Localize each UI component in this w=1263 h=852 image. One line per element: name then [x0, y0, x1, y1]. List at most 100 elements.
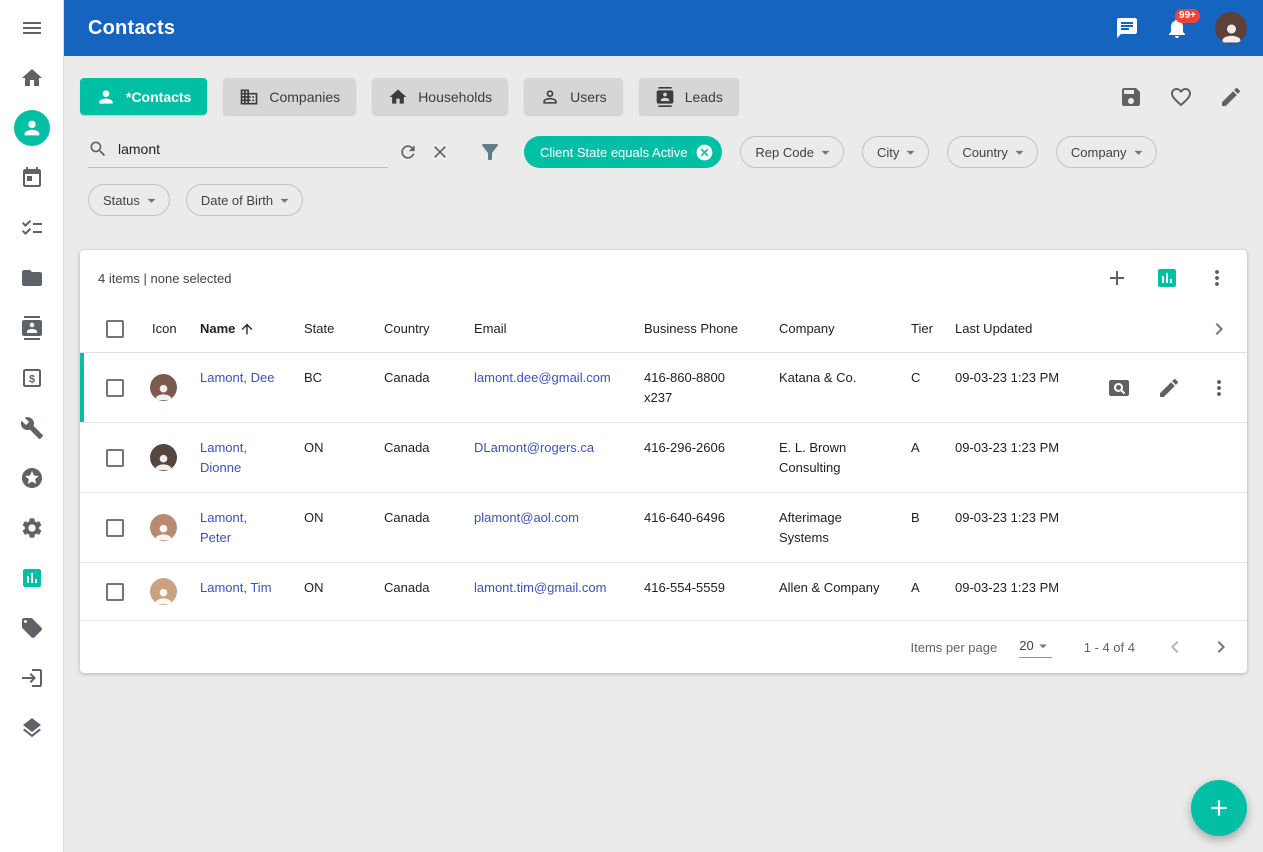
row-checkbox[interactable]: [106, 379, 124, 397]
sidebar-item-documents[interactable]: [14, 260, 50, 296]
column-header-name[interactable]: Name: [188, 319, 292, 339]
contact-name-link[interactable]: Lamont, Peter: [188, 508, 292, 547]
contact-state: ON: [292, 438, 372, 458]
tab-label: Leads: [685, 89, 723, 105]
contact-card-icon: [655, 87, 675, 107]
sidebar-item-tags[interactable]: [14, 610, 50, 646]
contact-name-link[interactable]: Lamont, Dionne: [188, 438, 292, 477]
add-contact-fab[interactable]: [1191, 780, 1247, 836]
filter-chip-status[interactable]: Status: [88, 184, 170, 216]
row-checkbox[interactable]: [106, 519, 124, 537]
search-input[interactable]: [118, 141, 388, 157]
select-all-checkbox[interactable]: [106, 320, 124, 338]
column-header-state[interactable]: State: [292, 319, 372, 339]
contact-email-link[interactable]: DLamont@rogers.ca: [462, 438, 632, 458]
refresh-button[interactable]: [398, 142, 418, 162]
contact-avatar: [150, 578, 177, 605]
contact-state: BC: [292, 368, 372, 388]
menu-icon: [20, 16, 44, 40]
prev-page-button[interactable]: [1163, 635, 1187, 659]
add-button[interactable]: [1105, 266, 1129, 290]
table-row[interactable]: Lamont, Tim ON Canada lamont.tim@gmail.c…: [80, 563, 1247, 621]
menu-button[interactable]: [0, 0, 64, 56]
row-checkbox[interactable]: [106, 449, 124, 467]
notifications-button[interactable]: 99+: [1165, 16, 1189, 40]
next-page-button[interactable]: [1209, 635, 1233, 659]
filter-icon: [478, 140, 502, 164]
filter-chip-date-of-birth[interactable]: Date of Birth: [186, 184, 303, 216]
contact-email-link[interactable]: lamont.dee@gmail.com: [462, 368, 632, 388]
sidebar-item-layers[interactable]: [14, 710, 50, 746]
selection-summary: 4 items | none selected: [98, 271, 231, 286]
filter-chip-rep-code[interactable]: Rep Code: [740, 136, 844, 168]
sidebar-item-tools[interactable]: [14, 410, 50, 446]
contact-name-link[interactable]: Lamont, Dee: [188, 368, 292, 388]
contact-updated: 09-03-23 1:23 PM: [943, 368, 1083, 388]
tab-companies[interactable]: Companies: [223, 78, 356, 115]
row-edit-button[interactable]: [1157, 376, 1181, 400]
tab-contacts[interactable]: *Contacts: [80, 78, 207, 115]
app-header: Contacts 99+: [64, 0, 1263, 56]
table-body: Lamont, Dee BC Canada lamont.dee@gmail.c…: [80, 353, 1247, 621]
add-icon: [1105, 266, 1129, 290]
sidebar-item-calendar[interactable]: [14, 160, 50, 196]
sidebar-item-home[interactable]: [14, 60, 50, 96]
row-checkbox[interactable]: [106, 583, 124, 601]
entity-tabs-row: *Contacts Companies Households Users Leads: [80, 78, 1247, 115]
star-icon: [20, 466, 44, 490]
tab-households[interactable]: Households: [372, 78, 508, 115]
filter-chip-country[interactable]: Country: [947, 136, 1038, 168]
sidebar-item-contacts[interactable]: [14, 110, 50, 146]
tools-icon: [20, 416, 44, 440]
active-filter-chip[interactable]: Client State equals Active: [524, 136, 722, 168]
table-row[interactable]: Lamont, Peter ON Canada plamont@aol.com …: [80, 493, 1247, 563]
contact-email-link[interactable]: lamont.tim@gmail.com: [462, 578, 632, 598]
pagination: Items per page 20 1 - 4 of 4: [80, 621, 1247, 673]
chart-button[interactable]: [1155, 266, 1179, 290]
user-avatar-button[interactable]: [1215, 12, 1247, 44]
column-header-country[interactable]: Country: [372, 319, 462, 339]
more-button[interactable]: [1205, 266, 1229, 290]
notification-badge: 99+: [1175, 9, 1200, 23]
close-button[interactable]: [430, 142, 450, 162]
filter-chip-city[interactable]: City: [862, 136, 929, 168]
row-preview-button[interactable]: [1107, 376, 1131, 400]
sidebar-item-contact-cards[interactable]: [14, 310, 50, 346]
sidebar-item-billing[interactable]: $: [14, 360, 50, 396]
tab-users[interactable]: Users: [524, 78, 623, 115]
column-header-updated[interactable]: Last Updated: [943, 319, 1083, 339]
contact-email-link[interactable]: plamont@aol.com: [462, 508, 632, 528]
column-header-company[interactable]: Company: [767, 319, 899, 339]
sidebar-item-sign-in[interactable]: [14, 660, 50, 696]
messages-button[interactable]: [1115, 16, 1139, 40]
home-icon: [388, 87, 408, 107]
table-row[interactable]: Lamont, Dionne ON Canada DLamont@rogers.…: [80, 423, 1247, 493]
edit-view-button[interactable]: [1219, 85, 1243, 109]
sidebar-item-featured[interactable]: [14, 460, 50, 496]
refresh-icon: [398, 142, 418, 162]
table-row[interactable]: Lamont, Dee BC Canada lamont.dee@gmail.c…: [80, 353, 1247, 423]
settings-icon: [20, 516, 44, 540]
contact-tier: A: [899, 438, 943, 458]
column-header-phone[interactable]: Business Phone: [632, 319, 767, 339]
sidebar-item-tasks[interactable]: [14, 210, 50, 246]
column-header-email[interactable]: Email: [462, 319, 632, 339]
tab-leads[interactable]: Leads: [639, 78, 739, 115]
column-header-tier[interactable]: Tier: [899, 319, 943, 339]
items-per-page-select[interactable]: 20: [1019, 637, 1051, 658]
scroll-columns-button[interactable]: [1207, 317, 1231, 341]
sidebar-item-reports[interactable]: [14, 560, 50, 596]
items-per-page-label: Items per page: [911, 640, 998, 655]
row-more-button[interactable]: [1207, 376, 1231, 400]
favorite-view-button[interactable]: [1169, 85, 1193, 109]
filter-button[interactable]: [478, 140, 502, 164]
column-header-icon[interactable]: Icon: [140, 319, 188, 339]
chevron-right-icon: [1209, 635, 1233, 659]
save-view-button[interactable]: [1119, 85, 1143, 109]
chart-icon: [20, 566, 44, 590]
page-nav: [1163, 635, 1233, 659]
filter-chip-company[interactable]: Company: [1056, 136, 1157, 168]
contact-updated: 09-03-23 1:23 PM: [943, 578, 1083, 598]
sidebar-item-settings[interactable]: [14, 510, 50, 546]
contact-name-link[interactable]: Lamont, Tim: [188, 578, 292, 598]
